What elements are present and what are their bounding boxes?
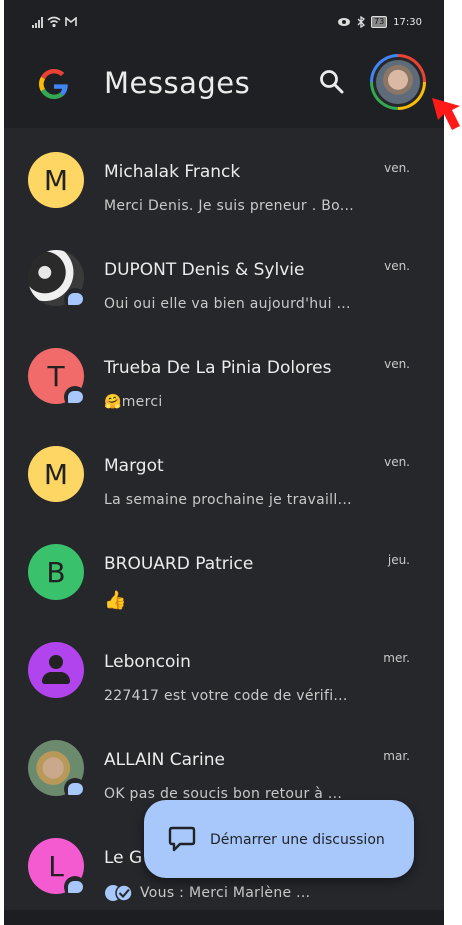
- rcs-chat-badge-icon: [64, 778, 86, 800]
- rcs-chat-badge-icon: [64, 288, 86, 310]
- contact-name: BROUARD Patrice: [104, 554, 254, 574]
- account-photo: [376, 60, 420, 104]
- message-date: ven.: [384, 161, 410, 175]
- message-date: ven.: [384, 455, 410, 469]
- read-receipt-icon: [105, 884, 133, 902]
- contact-name: Michalak Franck: [104, 162, 241, 182]
- contact-name: Margot: [104, 456, 164, 476]
- contact-name: DUPONT Denis & Sylvie: [104, 260, 305, 280]
- app-bar: Messages: [4, 48, 444, 128]
- message-snippet: 227417 est votre code de vérifi...: [104, 688, 348, 704]
- message-snippet: Vous : Merci Marlène ...: [140, 885, 311, 901]
- message-snippet: Oui oui elle va bien aujourd'hui ...: [104, 296, 351, 312]
- rcs-chat-badge-icon: [64, 876, 86, 898]
- app-title: Messages: [104, 66, 251, 100]
- conversation-row[interactable]: DUPONT Denis & Sylvie Oui oui elle va bi…: [4, 226, 444, 324]
- message-date: mar.: [383, 749, 410, 763]
- contact-avatar: M: [28, 152, 84, 208]
- contact-name: ALLAIN Carine: [104, 750, 225, 770]
- bluetooth-icon: [357, 16, 365, 28]
- battery-icon: 73: [370, 16, 388, 28]
- rcs-chat-badge-icon: [64, 386, 86, 408]
- message-snippet: 🤗merci: [104, 394, 163, 410]
- message-snippet: La semaine prochaine je travaill...: [104, 492, 352, 508]
- account-avatar[interactable]: [370, 54, 426, 110]
- message-snippet-row: Vous : Merci Marlène ...: [104, 884, 310, 902]
- gmail-icon: [65, 17, 77, 26]
- status-time: 17:30: [393, 16, 422, 28]
- google-g-icon: [39, 69, 68, 99]
- red-annotation-arrow: [432, 98, 460, 130]
- message-snippet: Merci Denis. Je suis preneur . Bo...: [104, 198, 355, 214]
- message-snippet: 👍: [104, 590, 127, 611]
- message-date: jeu.: [387, 553, 410, 567]
- contact-name: Le G: [104, 848, 143, 868]
- eye-icon: [337, 18, 350, 26]
- contact-avatar: M: [28, 446, 84, 502]
- signal-icon: [32, 16, 43, 28]
- start-chat-label: Démarrer une discussion: [210, 832, 385, 848]
- conversation-row[interactable]: M Michalak Franck Merci Denis. Je suis p…: [4, 128, 444, 226]
- start-chat-button[interactable]: Démarrer une discussion: [144, 800, 414, 878]
- chat-bubble-icon: [168, 826, 196, 852]
- wifi-icon: [47, 16, 61, 28]
- message-date: mer.: [383, 651, 410, 665]
- contact-name: Trueba De La Pinia Dolores: [104, 358, 332, 378]
- conversation-row[interactable]: T Trueba De La Pinia Dolores 🤗merci ven.: [4, 324, 444, 422]
- bottom-edge: [4, 910, 444, 925]
- conversation-row[interactable]: B BROUARD Patrice 👍 jeu.: [4, 520, 444, 618]
- contact-name: Leboncoin: [104, 652, 191, 672]
- person-avatar-icon: [28, 642, 84, 698]
- status-right-icons: 73 17:30: [337, 16, 422, 28]
- search-icon[interactable]: [316, 66, 348, 98]
- conversation-row[interactable]: M Margot La semaine prochaine je travail…: [4, 422, 444, 520]
- conversation-row[interactable]: Leboncoin 227417 est votre code de vérif…: [4, 618, 444, 716]
- status-left-icons: [32, 16, 77, 28]
- message-date: ven.: [384, 259, 410, 273]
- status-bar: 73 17:30: [4, 0, 444, 48]
- message-date: ven.: [384, 357, 410, 371]
- phone-screen: 73 17:30 Messages M Michalak Franck Merc…: [4, 0, 444, 925]
- contact-avatar: B: [28, 544, 84, 600]
